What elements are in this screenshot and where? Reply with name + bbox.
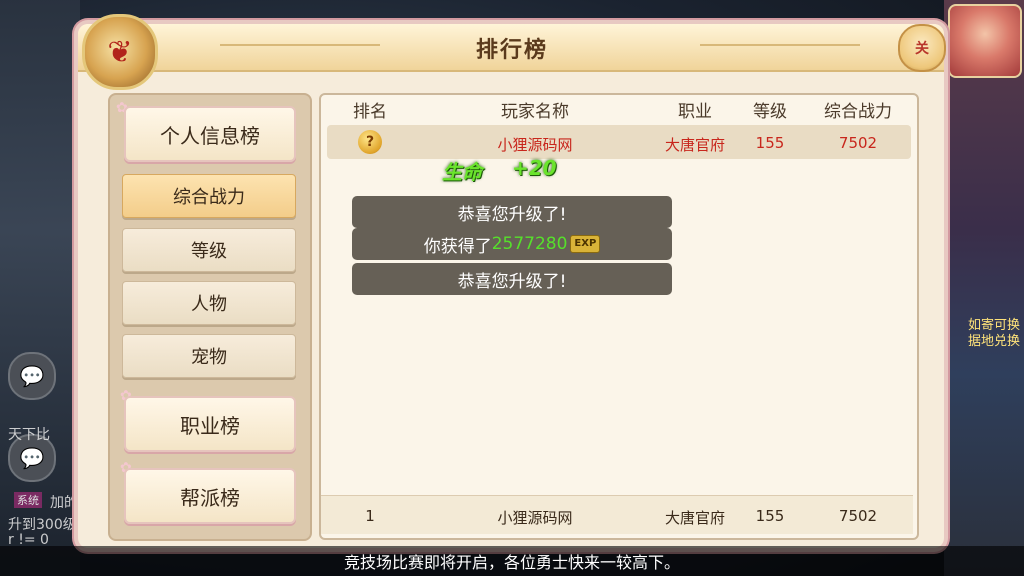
scroll-icon: ❦ bbox=[82, 14, 158, 90]
background-right-text: 如寄可换 据地兑换 bbox=[967, 318, 1020, 349]
background-right bbox=[944, 0, 1024, 576]
levelup-toast: 恭喜您升级了! bbox=[352, 263, 672, 295]
hp-gain-value: +20 bbox=[512, 156, 557, 180]
header-player-name: 玩家名称 bbox=[501, 102, 569, 122]
subtab-combat-power[interactable]: 综合战力 bbox=[122, 174, 296, 218]
background-left bbox=[0, 0, 80, 576]
header-rank: 排名 bbox=[353, 102, 387, 122]
chat-icon[interactable]: 💬 bbox=[8, 352, 56, 400]
subtab-character[interactable]: 人物 bbox=[122, 281, 296, 325]
cell-player-name: 小狸源码网 bbox=[497, 136, 573, 154]
system-badge: 系统 bbox=[14, 492, 42, 508]
cell-profession: 大唐官府 bbox=[664, 136, 725, 154]
header-combat-power: 综合战力 bbox=[824, 102, 892, 122]
announcement-marquee: 竞技场比赛即将开启，各位勇士快来一较高下。 bbox=[0, 546, 1024, 576]
exp-gain-value: 2577280 bbox=[491, 234, 568, 254]
exp-gain-prefix: 你获得了 bbox=[423, 236, 492, 257]
hp-gain-label: 生命 bbox=[442, 160, 482, 184]
my-combat-power: 7502 bbox=[838, 507, 878, 525]
background-text: 天下比 bbox=[8, 427, 50, 443]
close-button[interactable]: 关 bbox=[898, 24, 946, 72]
category-guild[interactable]: 帮派榜 bbox=[124, 468, 296, 524]
exp-gain-toast: 你获得了 2577280 EXP bbox=[352, 228, 672, 260]
my-player-name: 小狸源码网 bbox=[497, 509, 573, 527]
category-personal-info[interactable]: 个人信息榜 bbox=[124, 106, 296, 162]
exp-icon: EXP bbox=[570, 235, 601, 253]
background-text: 加的 bbox=[50, 495, 78, 511]
rank-badge-icon: ? bbox=[358, 130, 382, 154]
category-profession[interactable]: 职业榜 bbox=[124, 396, 296, 452]
subtab-pet[interactable]: 宠物 bbox=[122, 334, 296, 378]
ranking-table bbox=[319, 93, 919, 540]
my-rank: 1 bbox=[365, 507, 375, 525]
background-text: 升到300级 bbox=[8, 517, 77, 533]
header-profession: 职业 bbox=[678, 102, 712, 122]
my-profession: 大唐官府 bbox=[664, 509, 725, 527]
header-level: 等级 bbox=[753, 102, 787, 122]
cell-level: 155 bbox=[755, 134, 785, 152]
my-level: 155 bbox=[755, 507, 785, 525]
cell-combat-power: 7502 bbox=[838, 134, 878, 152]
levelup-toast: 恭喜您升级了! bbox=[352, 196, 672, 228]
subtab-level[interactable]: 等级 bbox=[122, 228, 296, 272]
